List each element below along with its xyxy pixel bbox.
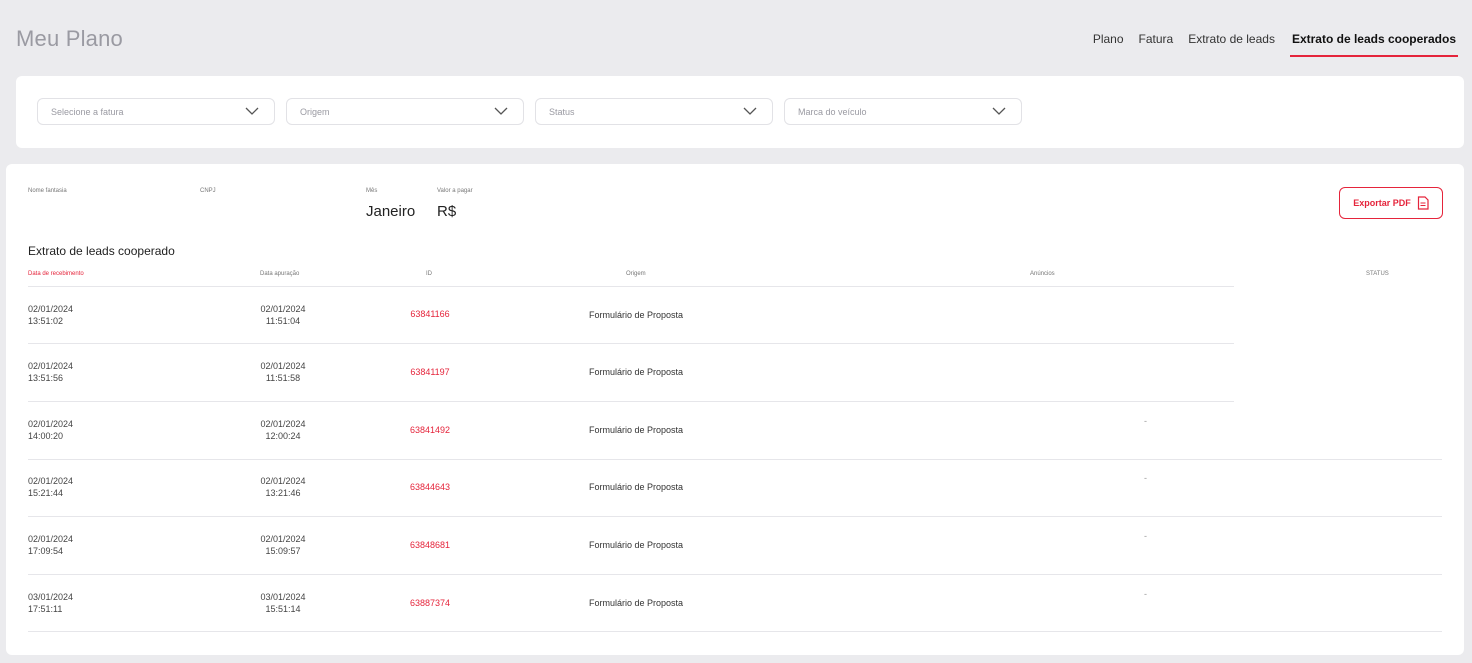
received-date: 02/01/2024 [28,419,74,429]
apuracao-date: 02/01/2024 [260,476,306,486]
lead-id-link[interactable]: 63841166 [390,309,470,319]
status-select[interactable]: Status [535,98,773,125]
mes-value: Janeiro [366,203,416,220]
apuracao-time: 15:51:14 [265,604,301,614]
origin-cell: Formulário de Proposta [589,425,684,435]
apuracao-date: 02/01/2024 [260,304,306,314]
received-cell: 02/01/2024 13:51:02 [28,303,73,327]
apuracao-time: 13:21:46 [265,488,301,498]
apuracao-date: 03/01/2024 [260,592,306,602]
received-time: 13:51:02 [28,316,64,326]
top-bar: Meu Plano Plano Fatura Extrato de leads … [0,0,1472,72]
tab-extrato-de-leads-cooperados[interactable]: Extrato de leads cooperados [1289,32,1458,57]
tab-plano[interactable]: Plano [1093,32,1124,57]
column-header-id[interactable]: ID [426,271,432,277]
origin-select[interactable]: Origem [286,98,524,125]
received-date: 02/01/2024 [28,534,74,544]
apuracao-cell: 02/01/2024 12:00:24 [243,418,323,442]
row-divider [28,574,1442,575]
chevron-down-icon [743,107,757,115]
apuracao-cell: 02/01/2024 11:51:58 [243,360,323,384]
statement-panel: Nome fantasia CNPJ Mês Janeiro Valor a p… [6,164,1464,655]
received-cell: 02/01/2024 17:09:54 [28,533,73,557]
export-pdf-button[interactable]: Exportar PDF [1339,187,1443,219]
lead-id-link[interactable]: 63887374 [390,598,470,608]
chevron-down-icon [245,107,259,115]
anuncios-cell: - [1144,416,1147,426]
export-pdf-label: Exportar PDF [1353,198,1411,208]
page-title: Meu Plano [16,26,123,51]
apuracao-cell: 02/01/2024 11:51:04 [243,303,323,327]
lead-id-link[interactable]: 63848681 [390,540,470,550]
filters-panel: Selecione a fatura Origem Status Marca d… [16,76,1464,148]
header-divider [28,286,1234,287]
row-divider [28,516,1442,517]
origin-cell: Formulário de Proposta [589,482,684,492]
apuracao-time: 11:51:04 [265,316,301,326]
column-header-data-recebimento[interactable]: Data de recebimento [28,271,84,277]
vehicle-brand-select[interactable]: Marca do veículo [784,98,1022,125]
lead-id-link[interactable]: 63841197 [390,367,470,377]
table-title: Extrato de leads cooperado [28,244,175,258]
row-divider [28,343,1234,344]
received-date: 02/01/2024 [28,361,74,371]
received-cell: 02/01/2024 13:51:56 [28,360,73,384]
anuncios-cell: - [1144,589,1147,599]
row-divider [28,631,1442,632]
received-cell: 02/01/2024 14:00:20 [28,418,73,442]
invoice-select-placeholder: Selecione a fatura [51,107,124,117]
origin-select-placeholder: Origem [300,107,330,117]
apuracao-date: 02/01/2024 [260,361,306,371]
lead-id-link[interactable]: 63841492 [390,425,470,435]
received-time: 17:09:54 [28,546,64,556]
plan-tabs: Plano Fatura Extrato de leads Extrato de… [1093,32,1458,57]
apuracao-time: 12:00:24 [265,431,301,441]
received-date: 03/01/2024 [28,592,74,602]
apuracao-date: 02/01/2024 [260,534,306,544]
apuracao-cell: 02/01/2024 15:09:57 [243,533,323,557]
received-cell: 02/01/2024 15:21:44 [28,475,73,499]
row-divider [28,459,1442,460]
apuracao-cell: 03/01/2024 15:51:14 [243,591,323,615]
received-time: 15:21:44 [28,488,64,498]
tab-extrato-de-leads[interactable]: Extrato de leads [1188,32,1275,57]
origin-cell: Formulário de Proposta [589,367,684,377]
column-header-origem[interactable]: Origem [626,271,646,277]
status-select-placeholder: Status [549,107,575,117]
origin-cell: Formulário de Proposta [589,598,684,608]
received-date: 02/01/2024 [28,304,74,314]
apuracao-cell: 02/01/2024 13:21:46 [243,475,323,499]
received-time: 17:51:11 [28,604,63,614]
lead-id-link[interactable]: 63844643 [390,482,470,492]
anuncios-cell: - [1144,473,1147,483]
apuracao-time: 11:51:58 [265,373,301,383]
column-header-status[interactable]: STATUS [1366,271,1389,277]
origin-cell: Formulário de Proposta [589,310,684,320]
origin-cell: Formulário de Proposta [589,540,684,550]
chevron-down-icon [494,107,508,115]
vehicle-brand-select-placeholder: Marca do veículo [798,107,867,117]
column-header-data-apuracao[interactable]: Data apuração [260,271,299,277]
received-cell: 03/01/2024 17:51:11 [28,591,73,615]
cnpj-label: CNPJ [200,188,216,194]
received-time: 14:00:20 [28,431,64,441]
valor-label: Valor a pagar [437,188,473,194]
tab-fatura[interactable]: Fatura [1139,32,1174,57]
nome-fantasia-label: Nome fantasia [28,188,67,194]
anuncios-cell: - [1144,531,1147,541]
mes-label: Mês [366,188,378,194]
valor-value: R$ [437,203,457,220]
chevron-down-icon [992,107,1006,115]
received-date: 02/01/2024 [28,476,74,486]
column-header-anuncios[interactable]: Anúncios [1030,271,1055,277]
received-time: 13:51:56 [28,373,64,383]
apuracao-time: 15:09:57 [265,546,301,556]
row-divider [28,401,1234,402]
invoice-select[interactable]: Selecione a fatura [37,98,275,125]
pdf-file-icon [1417,196,1429,210]
apuracao-date: 02/01/2024 [260,419,306,429]
